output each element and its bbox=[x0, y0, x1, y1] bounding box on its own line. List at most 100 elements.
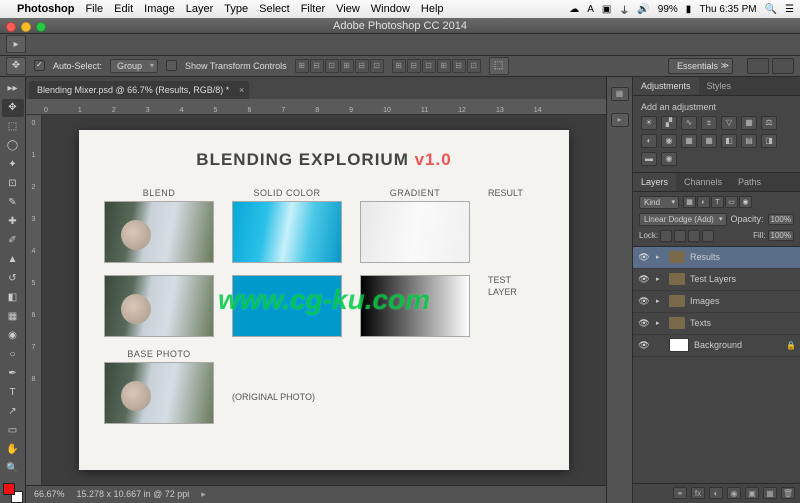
visibility-icon[interactable]: 👁 bbox=[637, 340, 651, 351]
layer-test-layers[interactable]: 👁▸Test Layers bbox=[633, 269, 800, 291]
auto-select-dropdown[interactable]: Group bbox=[110, 59, 158, 73]
mask-icon[interactable]: ◐ bbox=[709, 487, 723, 499]
menu-filter[interactable]: Filter bbox=[301, 3, 325, 15]
visibility-icon[interactable]: 👁 bbox=[637, 318, 651, 329]
group-icon[interactable]: ▣ bbox=[745, 487, 759, 499]
mac-menubar[interactable]: Photoshop File Edit Image Layer Type Sel… bbox=[0, 0, 800, 18]
move-tool-icon[interactable]: ✥ bbox=[6, 57, 26, 75]
eyedropper-tool[interactable]: ✎ bbox=[2, 194, 24, 212]
distribute-icon[interactable]: ⊞ bbox=[437, 59, 451, 73]
adj-bw-icon[interactable]: ◐ bbox=[641, 134, 657, 148]
gradient-tool[interactable]: ▦ bbox=[2, 308, 24, 326]
distribute-icon[interactable]: ⊞ bbox=[392, 59, 406, 73]
align-icon[interactable]: ⊡ bbox=[370, 59, 384, 73]
fill-adj-icon[interactable]: ◉ bbox=[727, 487, 741, 499]
tab-adjustments[interactable]: Adjustments bbox=[633, 77, 699, 95]
lock-icon[interactable]: 🔒 bbox=[786, 341, 796, 350]
fx-icon[interactable]: fx bbox=[691, 487, 705, 499]
menu-icon[interactable]: ☰ bbox=[785, 4, 794, 15]
wand-tool[interactable]: ✦ bbox=[2, 156, 24, 174]
twirl-icon[interactable]: ▸ bbox=[656, 319, 664, 327]
adj-hue-icon[interactable]: ▦ bbox=[741, 116, 757, 130]
canvas[interactable]: BLENDING EXPLORIUM v1.0 BLEND SOLID COLO… bbox=[42, 115, 606, 485]
adj-exposure-icon[interactable]: ± bbox=[701, 116, 717, 130]
type-tool[interactable]: T bbox=[2, 384, 24, 402]
twirl-icon[interactable]: ▸ bbox=[656, 275, 664, 283]
filter-smart-icon[interactable]: ◉ bbox=[739, 196, 752, 208]
history-brush-tool[interactable]: ↺ bbox=[2, 270, 24, 288]
zoom-tool[interactable]: 🔍 bbox=[2, 460, 24, 478]
menu-type[interactable]: Type bbox=[224, 3, 248, 15]
history-panel-icon[interactable]: ▦ bbox=[611, 87, 629, 101]
visibility-icon[interactable]: 👁 bbox=[637, 274, 651, 285]
menu-window[interactable]: Window bbox=[371, 3, 410, 15]
align-icon[interactable]: ⊟ bbox=[355, 59, 369, 73]
adj-photo-icon[interactable]: ◉ bbox=[661, 134, 677, 148]
distribute-icon[interactable]: ⊟ bbox=[407, 59, 421, 73]
menu-select[interactable]: Select bbox=[259, 3, 290, 15]
adj-vibrance-icon[interactable]: ▽ bbox=[721, 116, 737, 130]
filter-adj-icon[interactable]: ◐ bbox=[697, 196, 710, 208]
blur-tool[interactable]: ◉ bbox=[2, 327, 24, 345]
dodge-tool[interactable]: ○ bbox=[2, 346, 24, 364]
distribute-icon[interactable]: ⊡ bbox=[467, 59, 481, 73]
toolbar-btn[interactable] bbox=[772, 58, 794, 74]
filter-shape-icon[interactable]: ▭ bbox=[725, 196, 738, 208]
crop-tool[interactable]: ⊡ bbox=[2, 175, 24, 193]
tab-channels[interactable]: Channels bbox=[676, 173, 730, 191]
adj-balance-icon[interactable]: ⚖ bbox=[761, 116, 777, 130]
adj-selective-icon[interactable]: ◉ bbox=[661, 152, 677, 166]
adj-curves-icon[interactable]: ∿ bbox=[681, 116, 697, 130]
expand-icon[interactable]: ▸▸ bbox=[2, 80, 24, 98]
zoom-button[interactable] bbox=[36, 22, 46, 32]
titlebar[interactable]: Adobe Photoshop CC 2014 bbox=[0, 18, 800, 34]
actions-panel-icon[interactable]: ▸ bbox=[611, 113, 629, 127]
filter-type-icon[interactable]: T bbox=[711, 196, 724, 208]
color-swatches[interactable] bbox=[3, 483, 23, 503]
new-layer-icon[interactable]: ▦ bbox=[763, 487, 777, 499]
pen-tool[interactable]: ✒ bbox=[2, 365, 24, 383]
app-name[interactable]: Photoshop bbox=[17, 3, 74, 15]
auto-select-checkbox[interactable] bbox=[34, 60, 45, 71]
twirl-icon[interactable]: ▸ bbox=[656, 253, 664, 261]
visibility-icon[interactable]: 👁 bbox=[637, 296, 651, 307]
fill-value[interactable]: 100% bbox=[768, 230, 794, 241]
layer-results[interactable]: 👁▸Results bbox=[633, 247, 800, 269]
menu-help[interactable]: Help bbox=[421, 3, 444, 15]
close-button[interactable] bbox=[6, 22, 16, 32]
minimize-button[interactable] bbox=[21, 22, 31, 32]
adj-posterize-icon[interactable]: ▤ bbox=[741, 134, 757, 148]
lock-pixel-icon[interactable] bbox=[674, 230, 686, 242]
menu-view[interactable]: View bbox=[336, 3, 360, 15]
layer-texts[interactable]: 👁▸Texts bbox=[633, 313, 800, 335]
show-transform-checkbox[interactable] bbox=[166, 60, 177, 71]
foreground-color[interactable] bbox=[3, 483, 15, 495]
link-icon[interactable]: ⚭ bbox=[673, 487, 687, 499]
healing-tool[interactable]: ✚ bbox=[2, 213, 24, 231]
window-controls[interactable] bbox=[6, 22, 46, 32]
menu-edit[interactable]: Edit bbox=[114, 3, 133, 15]
menu-image[interactable]: Image bbox=[144, 3, 175, 15]
filter-pixel-icon[interactable]: ▦ bbox=[683, 196, 696, 208]
blend-mode-dropdown[interactable]: Linear Dodge (Add) bbox=[639, 213, 727, 226]
layer-background[interactable]: 👁Background🔒 bbox=[633, 335, 800, 357]
adj-lookup-icon[interactable]: ▦ bbox=[701, 134, 717, 148]
adj-invert-icon[interactable]: ◧ bbox=[721, 134, 737, 148]
move-tool[interactable]: ✥ bbox=[2, 99, 24, 117]
distribute-icon[interactable]: ⊟ bbox=[452, 59, 466, 73]
menu-layer[interactable]: Layer bbox=[186, 3, 214, 15]
tab-layers[interactable]: Layers bbox=[633, 173, 676, 191]
marquee-tool[interactable]: ⬚ bbox=[2, 118, 24, 136]
align-icon[interactable]: ⊟ bbox=[310, 59, 324, 73]
align-icon[interactable]: ⊡ bbox=[325, 59, 339, 73]
adj-levels-icon[interactable]: ▞ bbox=[661, 116, 677, 130]
workspace-switcher[interactable]: Essentials bbox=[668, 58, 733, 74]
adj-mixer-icon[interactable]: ▦ bbox=[681, 134, 697, 148]
search-icon[interactable]: 🔍 bbox=[765, 4, 777, 15]
adj-gradient-icon[interactable]: ▬ bbox=[641, 152, 657, 166]
tab-paths[interactable]: Paths bbox=[730, 173, 769, 191]
trash-icon[interactable]: 🗑 bbox=[781, 487, 795, 499]
brush-tool[interactable]: ✐ bbox=[2, 232, 24, 250]
stamp-tool[interactable]: ▲ bbox=[2, 251, 24, 269]
adj-threshold-icon[interactable]: ◨ bbox=[761, 134, 777, 148]
